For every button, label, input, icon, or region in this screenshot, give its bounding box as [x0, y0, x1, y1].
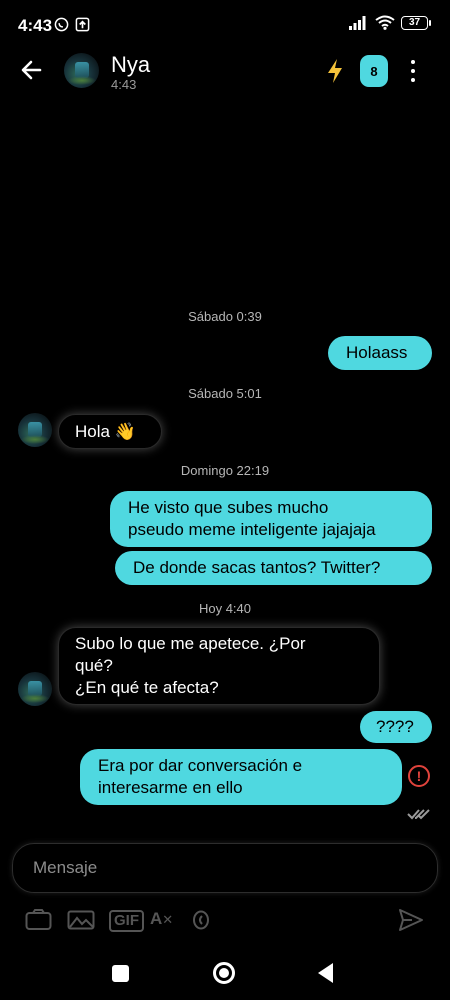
outgoing-message-failed[interactable]: Era por dar conversación e interesarme e…: [80, 749, 402, 805]
message-text-line: He visto que subes mucho: [128, 498, 329, 517]
coin-icon[interactable]: [192, 910, 210, 930]
message-text-line: ¿En qué te afecta?: [75, 678, 219, 697]
incoming-message[interactable]: Hola 👋: [58, 414, 162, 449]
date-separator: Hoy 4:40: [198, 601, 252, 616]
translate-label: A: [150, 909, 163, 928]
message-text: De donde sacas tantos? Twitter?: [133, 558, 381, 577]
outgoing-message[interactable]: Holaass: [328, 336, 432, 370]
date-separator: Sábado 5:01: [188, 386, 262, 401]
outgoing-message[interactable]: ????: [360, 711, 432, 743]
outgoing-message[interactable]: He visto que subes mucho pseudo meme int…: [110, 491, 432, 547]
incoming-message[interactable]: Subo lo que me apetece. ¿Por qué? ¿En qu…: [58, 627, 380, 705]
date-separator: Sábado 0:39: [188, 309, 262, 324]
camera-icon[interactable]: [25, 909, 52, 931]
outgoing-message[interactable]: De donde sacas tantos? Twitter?: [115, 551, 432, 585]
message-text-line: qué?: [75, 656, 113, 675]
message-input[interactable]: [33, 856, 413, 880]
date-separator: Domingo 22:19: [180, 463, 270, 478]
contact-avatar[interactable]: [64, 53, 99, 88]
message-text-line: Subo lo que me apetece. ¿Por: [75, 634, 306, 653]
incoming-avatar[interactable]: [18, 672, 52, 706]
send-error-icon[interactable]: !: [408, 765, 430, 787]
last-seen: 4:43: [111, 77, 137, 92]
double-check-icon: [407, 809, 430, 820]
message-text-line: Era por dar conversación e: [98, 756, 303, 775]
message-text-line: pseudo meme inteligente jajajaja: [128, 520, 376, 539]
message-composer[interactable]: [12, 843, 438, 893]
send-icon[interactable]: [398, 908, 424, 932]
wifi-icon: [375, 15, 395, 30]
badge-count: 8: [370, 63, 378, 79]
status-right-icons: 37: [349, 15, 431, 30]
chat-header: Nya 4:43 8: [0, 48, 450, 98]
contact-name[interactable]: Nya: [111, 52, 150, 78]
incoming-avatar[interactable]: [18, 413, 52, 447]
image-icon[interactable]: [67, 910, 95, 930]
battery-icon: 37: [401, 15, 431, 30]
message-text: Hola 👋: [75, 421, 136, 441]
gif-icon[interactable]: GIF: [109, 910, 144, 932]
back-arrow-icon[interactable]: [18, 56, 46, 84]
whatsapp-status-icon: [54, 17, 69, 32]
lightning-icon[interactable]: [325, 58, 345, 84]
battery-level: 37: [408, 17, 421, 28]
translate-icon[interactable]: A✕: [150, 909, 173, 929]
message-text: Holaass: [346, 343, 408, 362]
upload-icon: [75, 17, 90, 32]
home-button[interactable]: [213, 962, 235, 984]
unread-badge-button[interactable]: 8: [360, 55, 388, 87]
composer-toolbar: GIF A✕: [0, 905, 450, 937]
status-time: 4:43: [18, 16, 53, 35]
more-vert-icon[interactable]: [407, 60, 419, 82]
recents-button[interactable]: [112, 965, 129, 982]
message-text: ????: [376, 717, 414, 736]
status-bar: 4:43 37: [0, 0, 450, 48]
signal-icon: [349, 15, 366, 30]
back-button[interactable]: [318, 963, 333, 983]
message-text-line: interesarme en ello: [98, 778, 243, 797]
system-nav-bar: [0, 950, 450, 1000]
